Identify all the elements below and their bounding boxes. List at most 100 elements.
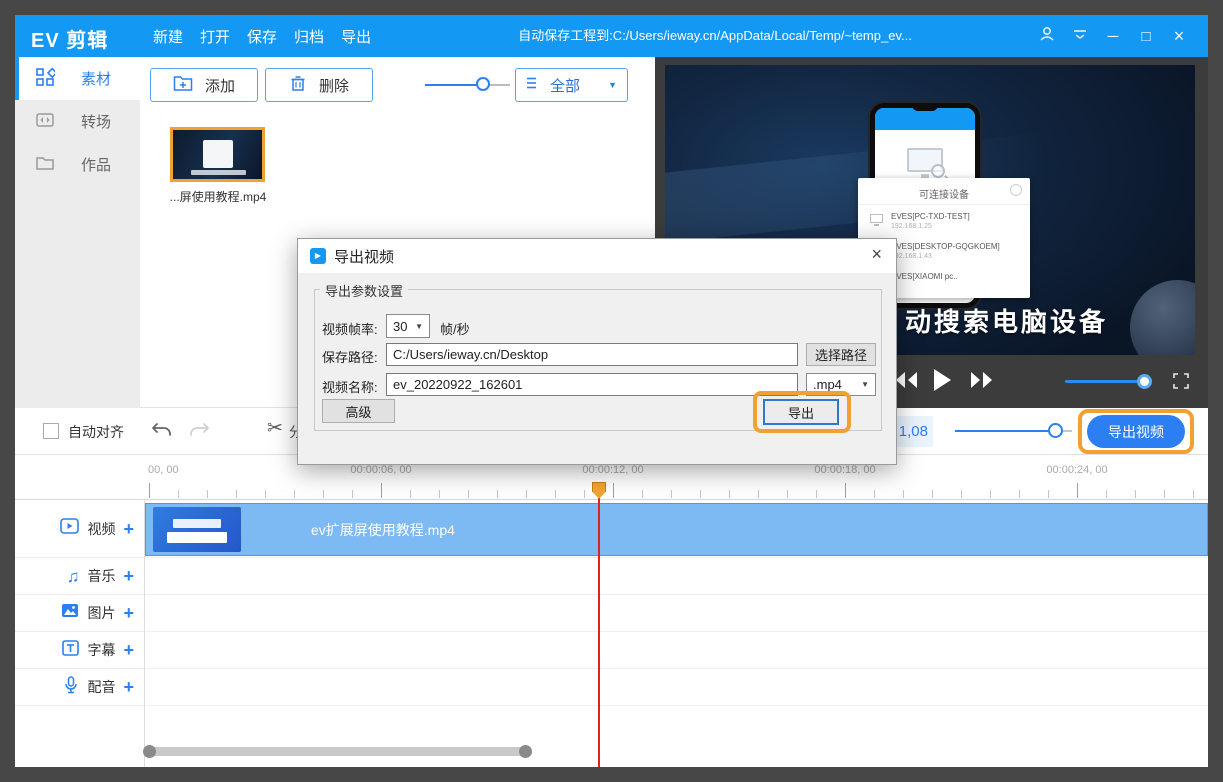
chevron-down-icon: ▼ (415, 322, 423, 331)
clip-name: ev扩展屏使用教程.mp4 (311, 520, 455, 540)
format-dropdown[interactable]: .mp4 ▼ (806, 373, 876, 396)
dialog-close-button[interactable]: × (871, 244, 882, 265)
slider-knob[interactable] (1048, 423, 1063, 438)
timeline-zoom-slider[interactable] (955, 430, 1072, 433)
add-to-track-button[interactable]: + (123, 520, 134, 538)
device-ip: 192.168.1.25 (891, 223, 970, 230)
video-name-label: 视频名称: (322, 377, 378, 396)
choose-path-button[interactable]: 选择路径 (806, 343, 876, 366)
video-track-icon (60, 518, 79, 539)
add-to-track-button[interactable]: + (123, 567, 134, 585)
dialog-title: 导出视频 (334, 246, 394, 267)
track-header-music: ♫ 音乐 + (15, 558, 144, 595)
chevron-down-icon: ▼ (861, 380, 869, 389)
maximize-button[interactable]: □ (1137, 28, 1155, 45)
video-name-input[interactable] (386, 373, 798, 396)
slider-knob[interactable] (476, 77, 490, 91)
export-confirm-button[interactable]: 导出 (763, 399, 839, 425)
sidebar-item-material[interactable]: 素材 (15, 57, 140, 100)
split-scissors-icon[interactable]: ✂ (267, 417, 283, 440)
app-logo: EV 剪辑 (31, 24, 108, 53)
undo-icon[interactable] (150, 419, 174, 446)
delete-button-label: 删除 (319, 75, 349, 96)
menu-dropdown-icon[interactable] (1071, 25, 1089, 48)
sidebar-item-label: 素材 (81, 68, 111, 89)
filter-dropdown[interactable]: 全部 ▼ (515, 68, 628, 102)
fast-forward-icon[interactable] (969, 369, 995, 396)
video-track-lane[interactable]: ev扩展屏使用教程.mp4 (145, 500, 1208, 558)
user-icon[interactable] (1038, 25, 1056, 48)
save-path-label: 保存路径: (322, 347, 378, 366)
app-frame: EV 剪辑 新建 打开 保存 归档 导出 自动保存工程到:C:/Users/ie… (0, 0, 1223, 782)
track-header-subtitle: 字幕 + (15, 632, 144, 669)
timeline: 00, 00 00:00:06, 00 00:00:12, 00 00:00:1… (15, 455, 1208, 767)
menu-save[interactable]: 保存 (247, 26, 277, 47)
track-header-video: 视频 + (15, 500, 144, 558)
autosave-path-text: 自动保存工程到:C:/Users/ieway.cn/AppData/Local/… (518, 15, 912, 57)
dialog-body: 导出参数设置 视频帧率: 30 ▼ 帧/秒 保存路径: 选择路径 视频名称: .… (298, 273, 898, 466)
play-button[interactable] (931, 367, 953, 398)
add-button-label: 添加 (205, 75, 235, 96)
export-video-button[interactable]: 导出视频 (1087, 415, 1185, 448)
save-path-input[interactable] (386, 343, 798, 366)
thumbnail-size-slider[interactable] (425, 83, 510, 87)
redo-icon[interactable] (187, 419, 211, 446)
add-to-track-button[interactable]: + (123, 641, 134, 659)
transition-icon (35, 110, 55, 134)
auto-align-checkbox[interactable] (43, 423, 59, 439)
image-track-icon (61, 603, 79, 623)
refresh-icon (1010, 184, 1022, 196)
material-thumbnail-selected[interactable] (170, 127, 265, 182)
ruler-ticks-major (145, 483, 1208, 498)
clip-thumbnail-art (167, 532, 227, 543)
add-to-track-button[interactable]: + (123, 604, 134, 622)
filter-dropdown-value: 全部 (550, 75, 600, 96)
device-panel-title: 可连接设备 (858, 186, 1030, 201)
framerate-dropdown[interactable]: 30 ▼ (386, 314, 430, 338)
subtitle-track-lane[interactable] (145, 632, 1208, 669)
export-dialog: ▶ 导出视频 × 导出参数设置 视频帧率: 30 ▼ 帧/秒 保存路径: 选择路… (297, 238, 897, 465)
music-track-lane[interactable] (145, 558, 1208, 595)
slider-track-filled (955, 430, 1055, 432)
folder-plus-icon (173, 74, 193, 96)
format-value: .mp4 (813, 377, 842, 392)
divider (858, 204, 1030, 205)
slider-track-filled (425, 84, 483, 86)
menu-open[interactable]: 打开 (200, 26, 230, 47)
delete-material-button[interactable]: 删除 (265, 68, 373, 102)
auto-align-label: 自动对齐 (68, 422, 124, 442)
volume-slider[interactable] (1065, 380, 1150, 383)
timeline-clip[interactable]: ev扩展屏使用教程.mp4 (145, 503, 1208, 556)
chevron-down-icon: ▼ (608, 80, 617, 90)
framerate-value: 30 (393, 319, 407, 334)
sidebar-item-transition[interactable]: 转场 (15, 100, 140, 143)
add-to-track-button[interactable]: + (123, 678, 134, 696)
close-button[interactable]: × (1170, 26, 1188, 47)
device-name: EVES[DESKTOP-GQGKOEM] (891, 242, 1000, 251)
trash-icon (289, 74, 307, 96)
track-label: 字幕 (87, 640, 115, 660)
track-header-voiceover: 配音 + (15, 669, 144, 706)
volume-knob[interactable] (1137, 374, 1152, 389)
framerate-label: 视频帧率: (322, 319, 378, 338)
sidebar-item-works[interactable]: 作品 (15, 143, 140, 186)
track-headers: 视频 + ♫ 音乐 + 图片 + 字幕 + (15, 500, 145, 767)
add-material-button[interactable]: 添加 (150, 68, 258, 102)
menu-export[interactable]: 导出 (341, 26, 371, 47)
device-name: EVES[PC-TXD-TEST] (891, 212, 970, 221)
track-label: 音乐 (87, 566, 115, 586)
advanced-button[interactable]: 高级 (322, 399, 395, 423)
scrollbar-left-handle[interactable] (143, 745, 156, 758)
fullscreen-icon[interactable] (1173, 373, 1189, 389)
playhead-line (598, 497, 600, 767)
menu-archive[interactable]: 归档 (294, 26, 324, 47)
minimize-button[interactable]: ─ (1104, 28, 1122, 45)
device-row: EVES[PC-TXD-TEST] 192.168.1.25 (870, 212, 970, 230)
image-track-lane[interactable] (145, 595, 1208, 632)
scrollbar-right-handle[interactable] (519, 745, 532, 758)
magnifier-icon (931, 164, 945, 178)
menu-new[interactable]: 新建 (153, 26, 183, 47)
voiceover-track-lane[interactable] (145, 669, 1208, 706)
timeline-horizontal-scrollbar[interactable] (145, 747, 530, 756)
phone-header-bar (875, 108, 975, 130)
